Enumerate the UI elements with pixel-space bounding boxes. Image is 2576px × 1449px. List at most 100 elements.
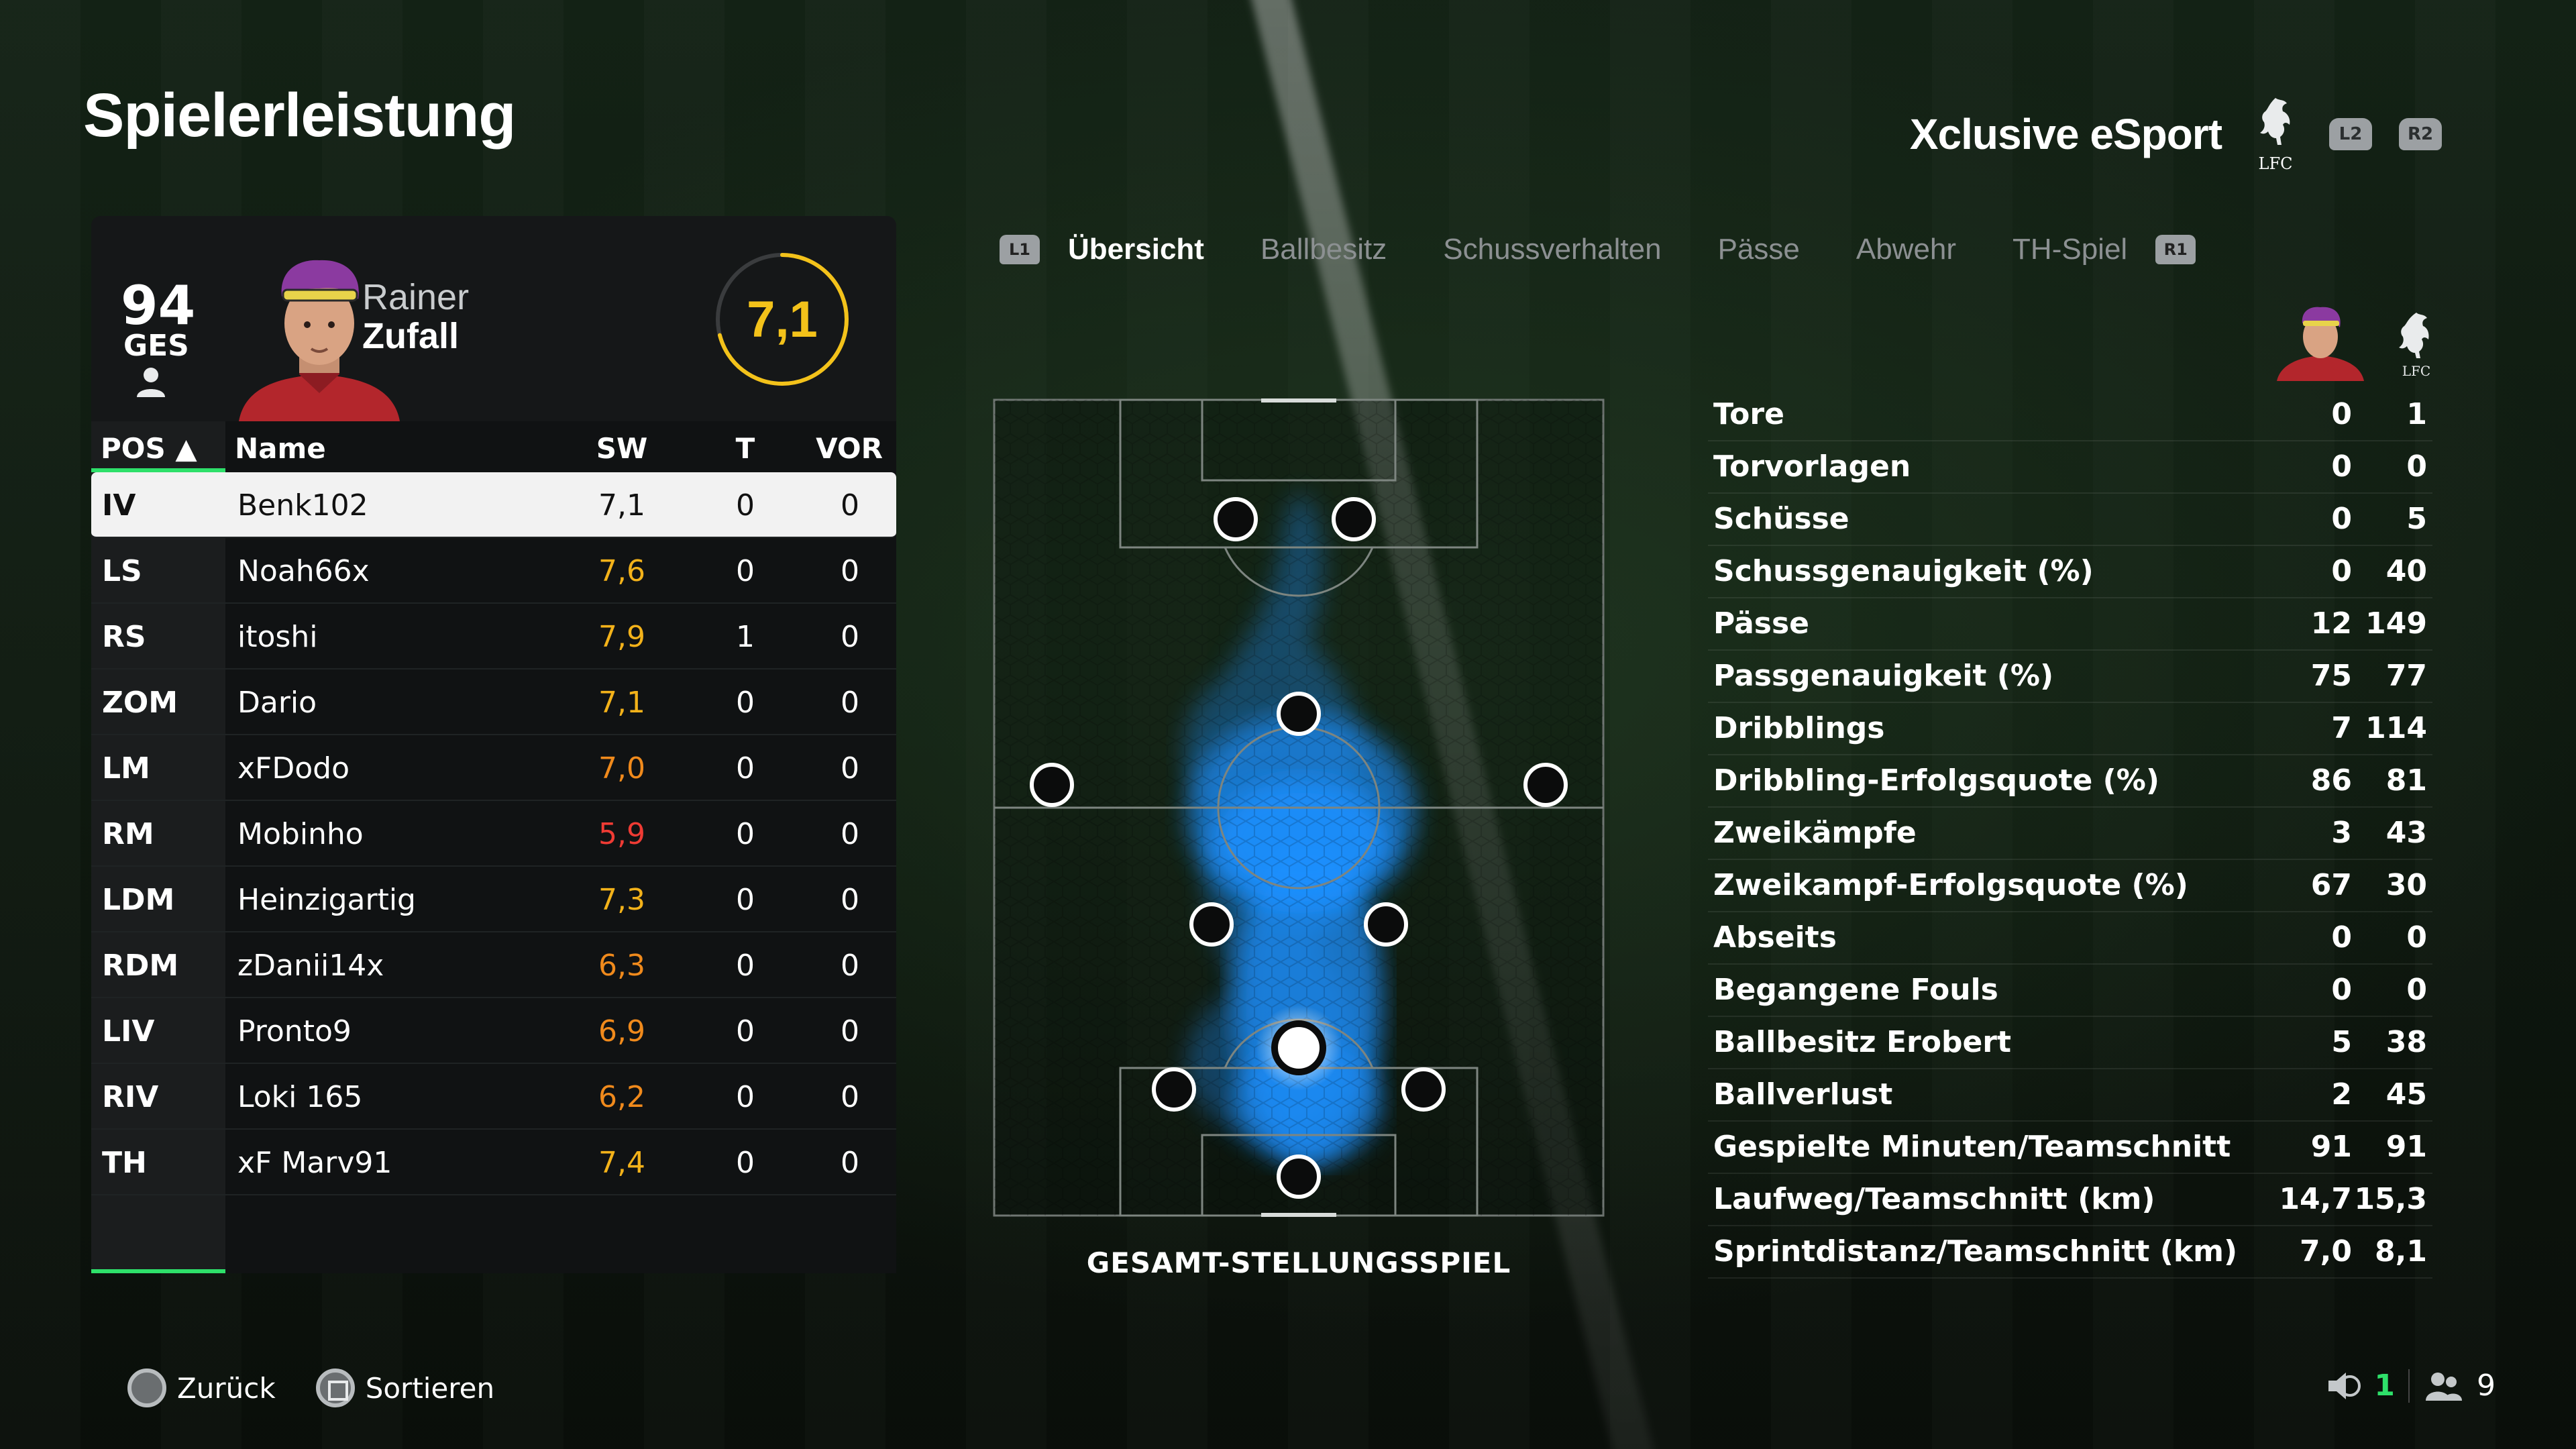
- row-assists: 0: [841, 1080, 859, 1114]
- team-crest-label: LFC: [2402, 363, 2430, 379]
- table-row[interactable]: LS Noah66x 7,6 0 0: [91, 538, 896, 604]
- player-first-name: Rainer: [362, 277, 470, 317]
- stat-label: Schussgenauigkeit (%): [1713, 554, 2094, 588]
- row-position: IV: [102, 488, 136, 523]
- stat-player-value: 0: [2331, 920, 2352, 955]
- row-position: RM: [102, 817, 154, 851]
- stat-player-value: 3: [2331, 816, 2352, 850]
- stat-team-value: 30: [2385, 868, 2427, 902]
- sort-button[interactable]: Sortieren: [315, 1368, 494, 1407]
- player-marker: [1214, 497, 1258, 541]
- stat-player-value: 0: [2331, 502, 2352, 536]
- player-table: POS ▲ Name SW T VOR IV Benk102 7,1 0 0 LS Noah…: [91, 421, 896, 1273]
- selected-player-marker: [1271, 1020, 1326, 1075]
- stat-label: Dribblings: [1713, 711, 1885, 745]
- player-card: 94 GES Rainer Zufall 7,1: [91, 216, 896, 421]
- row-assists: 0: [841, 817, 859, 851]
- stat-row: Sprintdistanz/Teamschnitt (km) 7,0 8,1: [1708, 1226, 2432, 1279]
- sort-arrow-icon: ▲: [175, 432, 197, 465]
- tab-schussverhalten[interactable]: Schussverhalten: [1443, 233, 1661, 266]
- table-row[interactable]: ZOM Dario 7,1 0 0: [91, 669, 896, 735]
- row-match-rating: 7,1: [598, 488, 645, 523]
- club-crest-text: LFC: [2258, 154, 2293, 173]
- player-last-name: Zufall: [362, 316, 459, 356]
- table-row[interactable]: LDM Heinzigartig 7,3 0 0: [91, 867, 896, 932]
- player-marker: [1401, 1067, 1446, 1112]
- row-assists: 0: [841, 949, 859, 983]
- row-goals: 0: [736, 817, 755, 851]
- speaker-icon: [2328, 1372, 2361, 1399]
- stat-label: Dribbling-Erfolgsquote (%): [1713, 763, 2159, 798]
- stat-team-value: 5: [2406, 502, 2427, 536]
- stat-label: Gespielte Minuten/Teamschnitt: [1713, 1130, 2231, 1164]
- divider: [2408, 1368, 2410, 1403]
- row-position: TH: [102, 1146, 147, 1180]
- player-marker: [1030, 763, 1074, 807]
- row-goals: 0: [736, 1014, 755, 1049]
- row-assists: 0: [841, 883, 859, 917]
- tab-th-spiel[interactable]: TH-Spiel: [2012, 233, 2127, 266]
- stat-label: Pässe: [1713, 606, 1809, 641]
- heatmap-caption: GESAMT-STELLUNGSSPIEL: [1086, 1246, 1511, 1279]
- row-position: LIV: [102, 1014, 155, 1049]
- r1-bumper-button[interactable]: R1: [2155, 235, 2196, 264]
- row-match-rating: 7,0: [598, 751, 645, 786]
- stat-row: Pässe 12 149: [1708, 598, 2432, 651]
- stat-team-value: 40: [2385, 554, 2427, 588]
- back-button[interactable]: Zurück: [127, 1368, 276, 1407]
- table-row[interactable]: RM Mobinho 5,9 0 0: [91, 801, 896, 867]
- row-player-name: Noah66x: [237, 554, 370, 588]
- stat-label: Ballverlust: [1713, 1077, 1893, 1112]
- table-row[interactable]: LM xFDodo 7,0 0 0: [91, 735, 896, 801]
- col-header-sw[interactable]: SW: [572, 432, 672, 465]
- col-header-t[interactable]: T: [722, 432, 769, 465]
- table-row[interactable]: RS itoshi 7,9 1 0: [91, 604, 896, 669]
- footer-controls: Zurück Sortieren: [127, 1368, 494, 1407]
- row-player-name: zDanii14x: [237, 949, 384, 983]
- stat-player-value: 5: [2331, 1025, 2352, 1059]
- row-assists: 0: [841, 751, 859, 786]
- table-row[interactable]: TH xF Marv91 7,4 0 0: [91, 1130, 896, 1195]
- circle-button-icon: [127, 1368, 166, 1407]
- row-player-name: Heinzigartig: [237, 883, 416, 917]
- stat-player-value: 12: [2310, 606, 2352, 641]
- stat-player-value: 75: [2310, 659, 2352, 693]
- person-icon: [137, 368, 165, 397]
- team-column-crest-icon: LFC: [2399, 313, 2430, 379]
- stat-label: Zweikämpfe: [1713, 816, 1917, 850]
- r2-trigger-button[interactable]: R2: [2399, 118, 2442, 150]
- row-player-name: itoshi: [237, 620, 318, 654]
- table-row[interactable]: IV Benk102 7,1 0 0: [91, 472, 896, 538]
- stat-team-value: 15,3: [2354, 1182, 2427, 1216]
- table-header: POS ▲ Name SW T VOR: [91, 421, 896, 472]
- stat-player-value: 7: [2331, 711, 2352, 745]
- stat-row: Abseits 0 0: [1708, 912, 2432, 965]
- table-row[interactable]: RIV Loki 165 6,2 0 0: [91, 1064, 896, 1130]
- row-match-rating: 7,4: [598, 1146, 645, 1180]
- col-header-pos[interactable]: POS ▲: [101, 432, 197, 465]
- tab-abwehr[interactable]: Abwehr: [1856, 233, 1956, 266]
- tab-paesse[interactable]: Pässe: [1718, 233, 1800, 266]
- table-row[interactable]: LIV Pronto9 6,9 0 0: [91, 998, 896, 1064]
- stat-team-value: 149: [2365, 606, 2427, 641]
- row-match-rating: 7,3: [598, 883, 645, 917]
- col-header-vor[interactable]: VOR: [809, 432, 890, 465]
- l1-bumper-button[interactable]: L1: [1000, 235, 1040, 264]
- stat-team-value: 43: [2385, 816, 2427, 850]
- table-row[interactable]: RDM zDanii14x 6,3 0 0: [91, 932, 896, 998]
- tab-ballbesitz[interactable]: Ballbesitz: [1260, 233, 1387, 266]
- col-header-name[interactable]: Name: [235, 432, 326, 465]
- stat-row: Laufweg/Teamschnitt (km) 14,7 15,3: [1708, 1174, 2432, 1226]
- club-crest: LFC: [2249, 94, 2302, 174]
- row-match-rating: 6,2: [598, 1080, 645, 1114]
- row-goals: 0: [736, 488, 755, 523]
- row-goals: 1: [736, 620, 755, 654]
- stat-player-value: 0: [2331, 449, 2352, 484]
- tab-uebersicht[interactable]: Übersicht: [1068, 233, 1204, 266]
- row-player-name: xFDodo: [237, 751, 350, 786]
- row-player-name: Pronto9: [237, 1014, 352, 1049]
- status-indicators: 1 9: [2326, 1368, 2496, 1403]
- stat-row: Gespielte Minuten/Teamschnitt 91 91: [1708, 1122, 2432, 1174]
- overall-label: GES: [123, 329, 189, 363]
- l2-trigger-button[interactable]: L2: [2329, 118, 2372, 150]
